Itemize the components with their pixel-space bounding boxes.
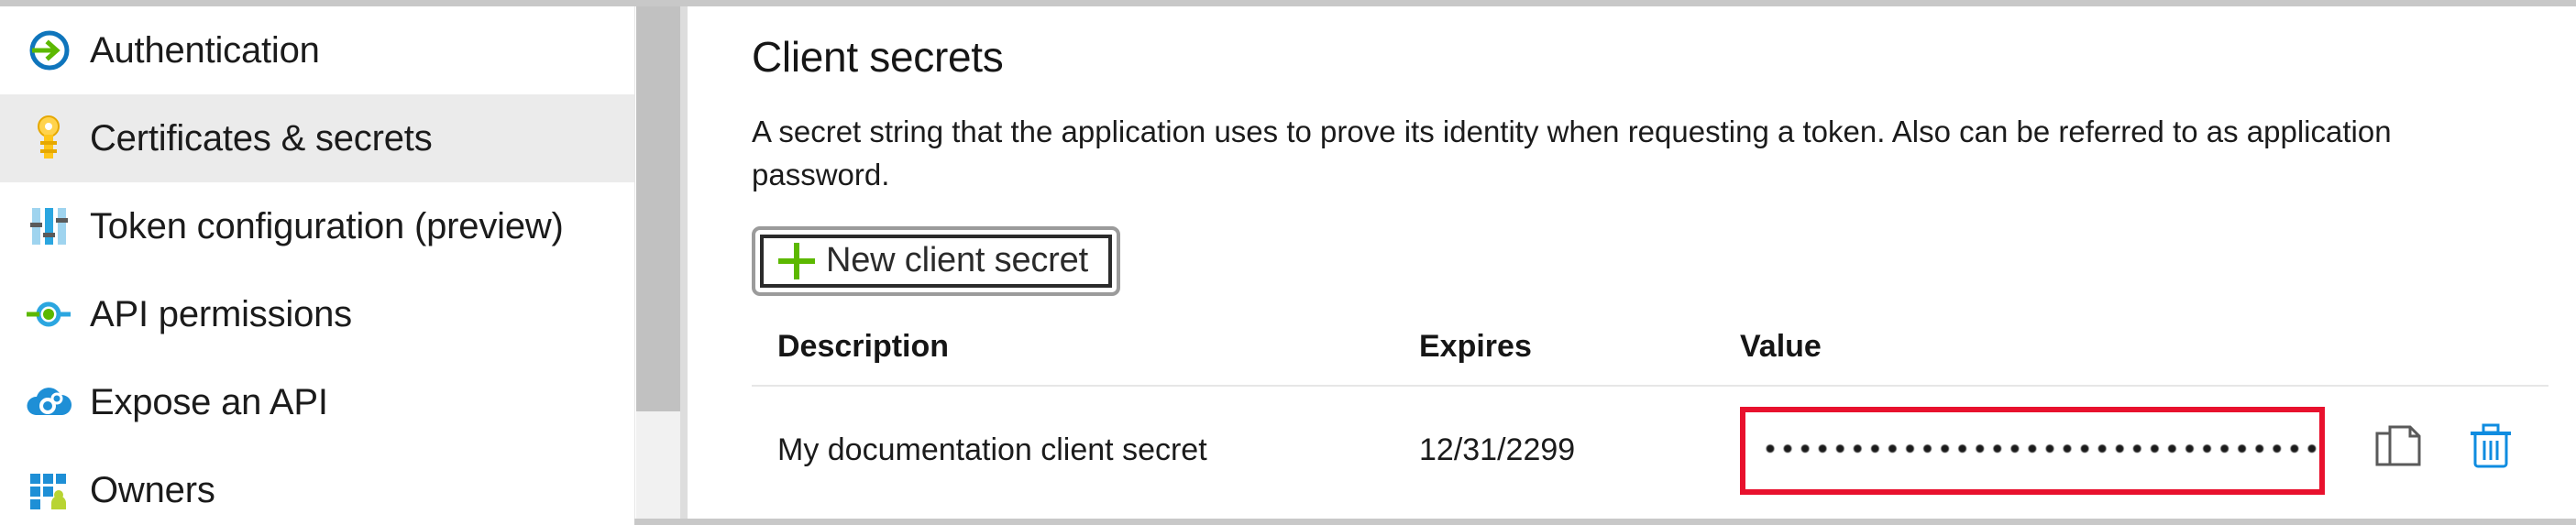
authentication-icon [20,23,77,78]
sidebar-item-label: Expose an API [90,382,328,422]
pane-divider [680,6,688,519]
main-content-pane: Client secrets A secret string that the … [688,6,2576,519]
sidebar-item-label: Authentication [90,30,320,71]
sidebar-item-label: Certificates & secrets [90,118,433,159]
plus-icon [776,241,817,281]
table-row[interactable]: My documentation client secret 12/31/229… [752,386,2548,515]
table-body: My documentation client secret 12/31/229… [752,386,2548,515]
sidebar-item-label: API permissions [90,294,352,334]
cell-expires: 12/31/2299 [1419,432,1576,468]
sidebar-item-expose-an-api[interactable]: Expose an API [0,358,634,446]
sliders-icon [20,199,77,254]
sidebar-item-authentication[interactable]: Authentication [0,6,634,94]
new-client-secret-label: New client secret [826,241,1088,280]
key-icon [20,111,77,166]
sidebar-scrollbar-thumb[interactable] [636,6,680,411]
page-description: A secret string that the application use… [752,115,2392,191]
sidebar-item-api-permissions[interactable]: API permissions [0,270,634,358]
row-action-buttons [2372,421,2548,479]
sidebar-item-certificates-and-secrets[interactable]: Certificates & secrets [0,94,634,182]
column-header-value[interactable]: Value [1714,319,2347,387]
sidebar-item-token-configuration[interactable]: Token configuration (preview) [0,182,634,270]
table-header-row: Description Expires Value [752,319,2548,387]
left-navigation-pane: Authentication Certificates & secrets To… [0,6,635,525]
sidebar-scrollbar-track[interactable] [636,6,680,519]
api-permissions-icon [20,287,77,342]
secret-value-text: •••••••••••••••••••••••••••••••••• [1762,434,2325,467]
new-client-secret-button[interactable]: New client secret [760,234,1112,288]
copy-icon[interactable] [2372,421,2422,479]
column-header-expires[interactable]: Expires [1393,319,1714,387]
cell-value: •••••••••••••••••••••••••••••••••• [1714,386,2347,515]
column-header-description[interactable]: Description [752,319,1393,387]
cloud-gears-icon [20,375,77,430]
delete-icon[interactable] [2466,421,2515,479]
page-title: Client secrets [752,33,1004,81]
sidebar-item-label: Owners [90,470,215,510]
cell-description: My documentation client secret [777,432,1207,468]
azure-portal-screenshot: Authentication Certificates & secrets To… [0,0,2576,525]
sidebar-item-owners[interactable]: Owners [0,446,634,525]
cell-actions [2347,386,2548,515]
new-client-secret-focus-ring: New client secret [752,225,1120,296]
sidebar-item-label: Token configuration (preview) [90,206,564,246]
owners-grid-icon [20,463,77,518]
column-header-actions [2347,319,2548,387]
secret-value-highlight-box[interactable]: •••••••••••••••••••••••••••••••••• [1740,406,2325,495]
client-secrets-table: Description Expires Value My documentati… [752,319,2548,515]
table-header: Description Expires Value [752,319,2548,387]
